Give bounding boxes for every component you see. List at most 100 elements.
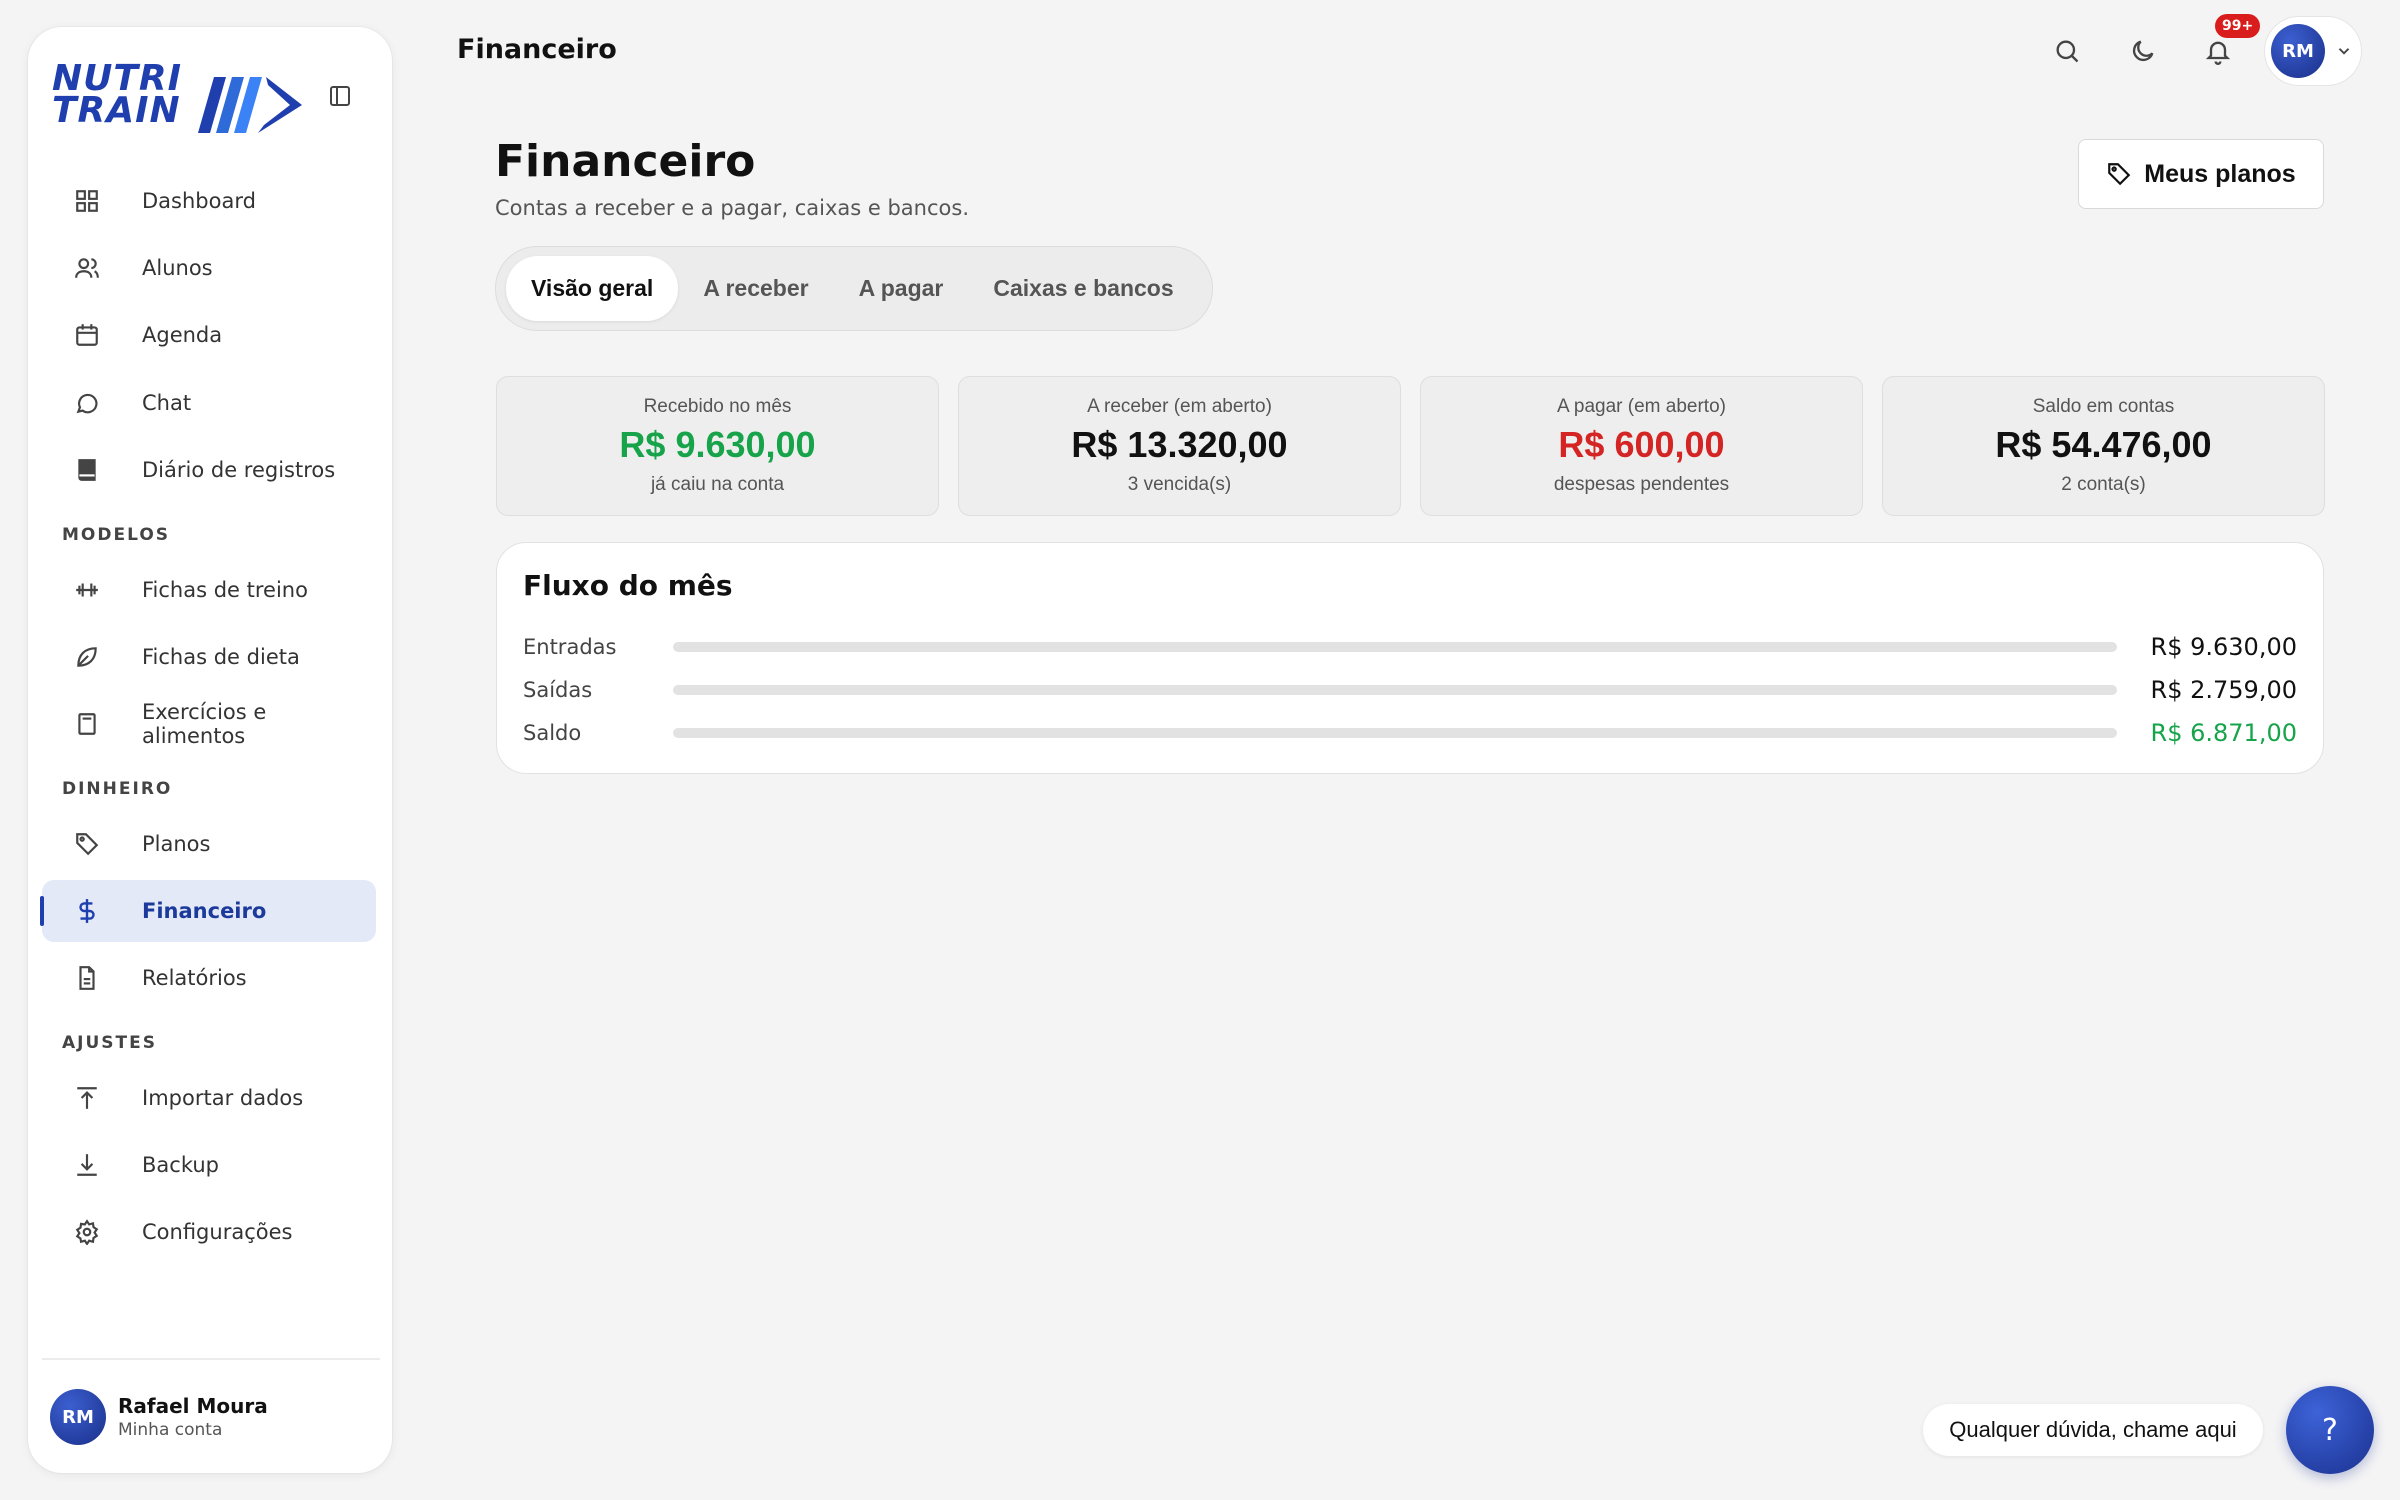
search-icon bbox=[2056, 40, 2079, 63]
sidebar-item-financeiro[interactable]: Financeiro bbox=[40, 880, 376, 942]
kpi-subtext: despesas pendentes bbox=[1553, 474, 1730, 495]
calendar-icon bbox=[74, 322, 100, 348]
flow-label: Entradas bbox=[523, 635, 617, 659]
notifications-button[interactable] bbox=[2200, 33, 2236, 69]
upload-icon bbox=[74, 1085, 100, 1111]
monthly-flow-card: Fluxo do mês Entradas R$ 9.630,00 Saídas… bbox=[496, 542, 2324, 774]
dollar-icon bbox=[74, 898, 100, 924]
flow-bar bbox=[673, 685, 2117, 695]
sidebar-item-relatorios[interactable]: Relatórios bbox=[42, 947, 376, 1009]
sidebar-item-chat[interactable]: Chat bbox=[42, 372, 376, 434]
avatar: RM bbox=[50, 1389, 106, 1445]
tab-caixas-bancos[interactable]: Caixas e bancos bbox=[968, 256, 1198, 321]
tab-a-pagar[interactable]: A pagar bbox=[834, 256, 969, 321]
kpi-card-a-receber: A receber (em aberto) R$ 13.320,00 3 ven… bbox=[958, 376, 1401, 516]
avatar: RM bbox=[2271, 24, 2325, 78]
book-icon bbox=[74, 457, 100, 483]
sidebar-item-label: Importar dados bbox=[142, 1086, 304, 1110]
sidebar-item-alunos[interactable]: Alunos bbox=[42, 237, 376, 299]
kpi-subtext: 3 vencida(s) bbox=[1127, 474, 1232, 495]
nutritrain-logo[interactable]: NUTRI TRAIN bbox=[52, 49, 312, 141]
tab-a-receber[interactable]: A receber bbox=[678, 256, 833, 321]
kpi-value: R$ 600,00 bbox=[1558, 424, 1725, 465]
help-bubble[interactable]: Qualquer dúvida, chame aqui bbox=[1923, 1404, 2263, 1456]
flow-row-entradas: Entradas R$ 9.630,00 bbox=[523, 630, 2297, 664]
account-menu-button[interactable]: RM bbox=[2264, 16, 2362, 86]
user-name: Rafael Moura bbox=[118, 1394, 268, 1418]
flow-row-saidas: Saídas R$ 2.759,00 bbox=[523, 673, 2297, 707]
sidebar-item-importar[interactable]: Importar dados bbox=[42, 1067, 376, 1129]
sidebar-item-fichas-dieta[interactable]: Fichas de dieta bbox=[42, 626, 376, 688]
sidebar-item-configuracoes[interactable]: Configurações bbox=[42, 1201, 376, 1263]
flow-row-saldo: Saldo R$ 6.871,00 bbox=[523, 716, 2297, 750]
logo-line-2: TRAIN bbox=[52, 90, 181, 131]
sidebar-toggle-icon bbox=[330, 86, 350, 106]
flow-bar bbox=[673, 728, 2117, 738]
search-button[interactable] bbox=[2049, 33, 2085, 69]
leaf-icon bbox=[74, 644, 100, 670]
kpi-value: R$ 13.320,00 bbox=[1071, 424, 1288, 465]
my-plans-button[interactable]: Meus planos bbox=[2078, 139, 2324, 209]
sidebar-item-planos[interactable]: Planos bbox=[42, 813, 376, 875]
section-title-dinheiro: DINHEIRO bbox=[62, 779, 173, 799]
kpi-value: R$ 9.630,00 bbox=[619, 424, 816, 465]
theme-toggle-button[interactable] bbox=[2125, 33, 2161, 69]
sidebar-item-label: Backup bbox=[142, 1153, 219, 1177]
user-subtitle: Minha conta bbox=[118, 1420, 223, 1440]
sidebar-item-agenda[interactable]: Agenda bbox=[42, 304, 376, 366]
chat-bubble-icon bbox=[74, 390, 100, 416]
flow-amount: R$ 2.759,00 bbox=[2150, 676, 2297, 704]
tag-icon bbox=[2108, 163, 2131, 186]
moon-icon bbox=[2132, 40, 2154, 62]
flow-bar-fill bbox=[673, 685, 2117, 695]
tab-visao-geral[interactable]: Visão geral bbox=[506, 256, 679, 321]
sidebar-item-label: Diário de registros bbox=[142, 458, 336, 482]
sidebar-item-label: Fichas de treino bbox=[142, 578, 308, 602]
my-plans-label: Meus planos bbox=[2144, 159, 2296, 188]
document-icon bbox=[74, 711, 100, 737]
kpi-card-recebido: Recebido no mês R$ 9.630,00 já caiu na c… bbox=[496, 376, 939, 516]
kpi-label: Saldo em contas bbox=[2032, 396, 2175, 417]
kpi-label: A pagar (em aberto) bbox=[1557, 396, 1726, 417]
tag-icon bbox=[74, 831, 100, 857]
logo-arrow-icon bbox=[198, 77, 302, 133]
sidebar-item-exercicios[interactable]: Exercícios e alimentos bbox=[42, 693, 376, 755]
flow-label: Saldo bbox=[523, 721, 582, 745]
sidebar-item-label: Agenda bbox=[142, 323, 223, 347]
help-button[interactable]: ? bbox=[2286, 1386, 2374, 1474]
kpi-value: R$ 54.476,00 bbox=[1995, 424, 2212, 465]
sidebar-divider bbox=[42, 1358, 380, 1360]
sidebar-item-label: Configurações bbox=[142, 1220, 293, 1244]
kpi-card-a-pagar: A pagar (em aberto) R$ 600,00 despesas p… bbox=[1420, 376, 1863, 516]
user-account-card[interactable]: RM Rafael Moura Minha conta bbox=[50, 1384, 350, 1450]
sidebar-item-diario[interactable]: Diário de registros bbox=[42, 439, 376, 501]
flow-title: Fluxo do mês bbox=[523, 569, 733, 602]
kpi-label: Recebido no mês bbox=[643, 396, 792, 417]
topbar-title: Financeiro bbox=[457, 34, 617, 65]
page-subtitle: Contas a receber e a pagar, caixas e ban… bbox=[495, 196, 969, 220]
notification-badge: 99+ bbox=[2215, 14, 2261, 38]
page-title: Financeiro bbox=[495, 136, 756, 187]
finance-tabs: Visão geral A receber A pagar Caixas e b… bbox=[495, 246, 1213, 331]
sidebar-item-label: Fichas de dieta bbox=[142, 645, 300, 669]
flow-bar-fill bbox=[673, 728, 2117, 738]
sidebar: NUTRI TRAIN Dashboard Alunos Agenda Chat… bbox=[28, 27, 392, 1473]
flow-amount: R$ 9.630,00 bbox=[2150, 633, 2297, 661]
flow-bar bbox=[673, 642, 2117, 652]
sidebar-item-backup[interactable]: Backup bbox=[42, 1134, 376, 1196]
grid-icon bbox=[74, 188, 100, 214]
sidebar-item-label: Financeiro bbox=[142, 899, 267, 923]
sidebar-item-dashboard[interactable]: Dashboard bbox=[42, 170, 376, 232]
sidebar-item-label: Chat bbox=[142, 391, 192, 415]
sidebar-collapse-button[interactable] bbox=[326, 82, 354, 110]
flow-bar-fill bbox=[673, 642, 2117, 652]
sidebar-item-fichas-treino[interactable]: Fichas de treino bbox=[42, 559, 376, 621]
kpi-subtext: 2 conta(s) bbox=[2061, 474, 2146, 495]
sidebar-item-label: Dashboard bbox=[142, 189, 256, 213]
flow-label: Saídas bbox=[523, 678, 593, 702]
dumbbell-icon bbox=[74, 577, 100, 603]
gear-icon bbox=[74, 1219, 100, 1245]
kpi-subtext: já caiu na conta bbox=[650, 474, 785, 495]
kpi-label: A receber (em aberto) bbox=[1087, 396, 1272, 417]
sidebar-item-label: Planos bbox=[142, 832, 211, 856]
